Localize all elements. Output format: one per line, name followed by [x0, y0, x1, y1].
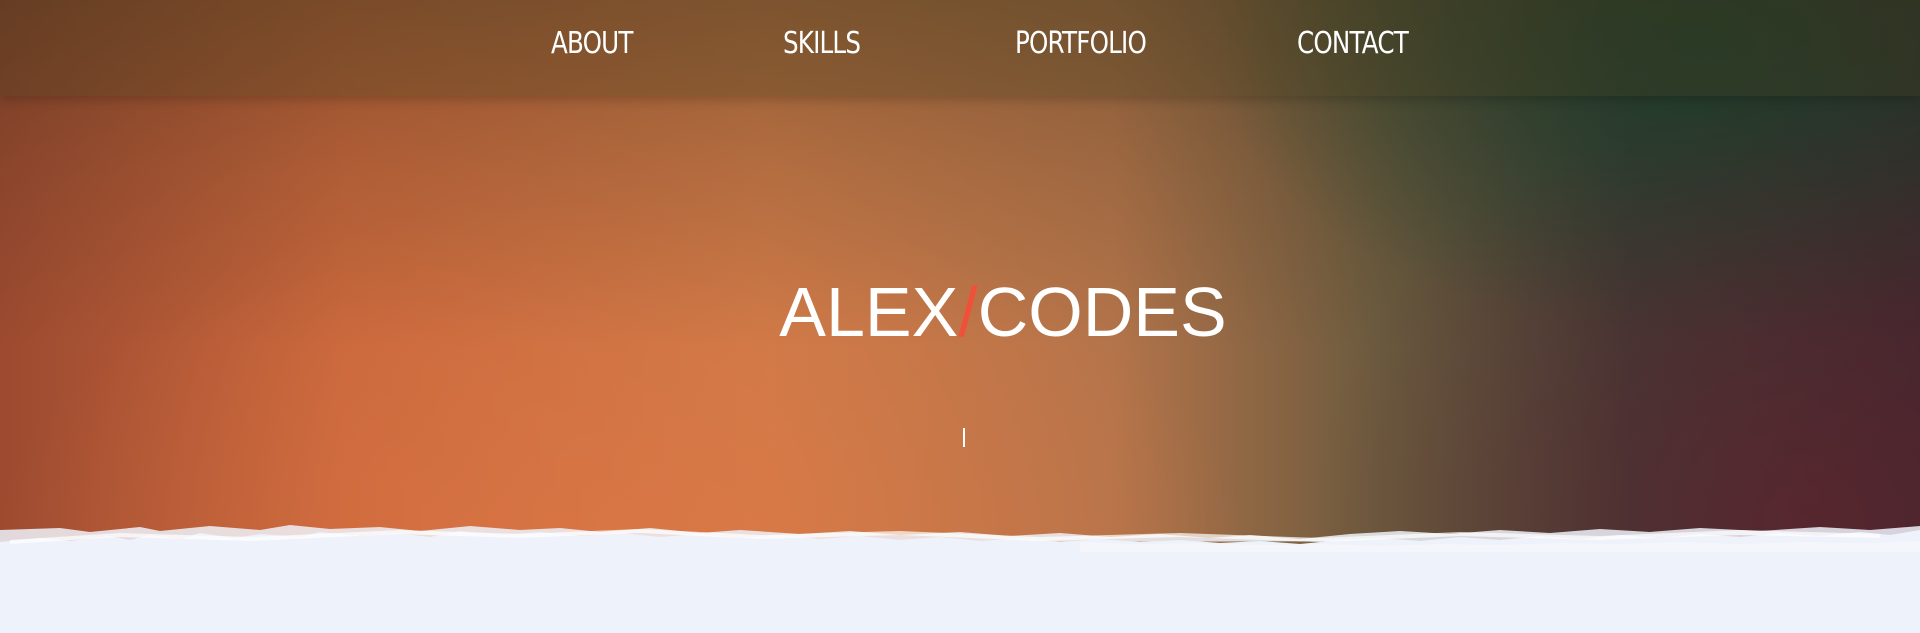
- brand-slash: /: [958, 273, 978, 351]
- nav-link-skills[interactable]: SKILLS: [783, 22, 861, 66]
- top-navigation-bar: ABOUT SKILLS PORTFOLIO CONTACT: [0, 0, 1920, 96]
- page-content-area: [0, 570, 1920, 633]
- nav-link-about[interactable]: ABOUT: [551, 22, 633, 66]
- brand-first-word: ALEX: [779, 273, 959, 351]
- brand-title: ALEX/CODES: [0, 272, 1920, 352]
- nav-link-contact[interactable]: CONTACT: [1297, 22, 1409, 66]
- hero-section: ABOUT SKILLS PORTFOLIO CONTACT ALEX/CODE…: [0, 0, 1920, 580]
- brand-second-word: CODES: [977, 273, 1227, 351]
- nav-link-portfolio[interactable]: PORTFOLIO: [1015, 22, 1147, 66]
- typing-cursor: [963, 428, 965, 447]
